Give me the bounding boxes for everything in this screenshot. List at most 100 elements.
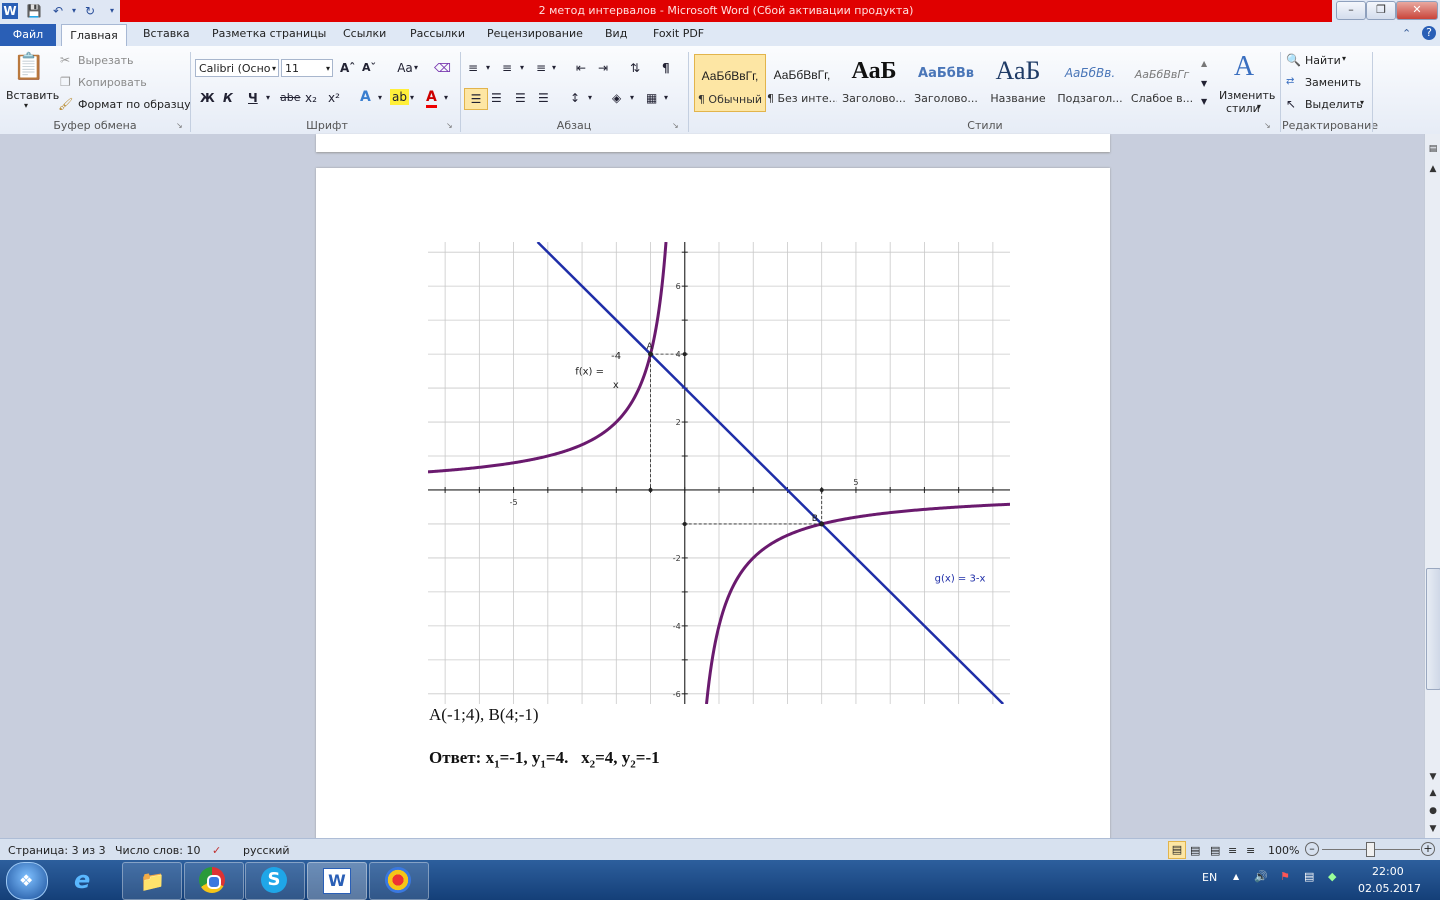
find-button[interactable]: Найти	[1305, 54, 1341, 67]
next-page-icon[interactable]: ▼	[1426, 822, 1440, 836]
replace-button[interactable]: Заменить	[1305, 76, 1361, 89]
input-language[interactable]: EN	[1202, 871, 1217, 884]
tab-file[interactable]: Файл	[0, 24, 56, 46]
styles-scroll-up-icon[interactable]: ▲	[1201, 56, 1207, 72]
ruler-toggle-icon[interactable]: ▤	[1426, 142, 1440, 156]
superscript-button[interactable]: x²	[328, 90, 340, 106]
bullets-icon[interactable]: ≡	[468, 60, 478, 76]
borders-dropdown-icon[interactable]: ▾	[664, 90, 668, 106]
volume-icon[interactable]: 🔊	[1254, 870, 1268, 883]
page-count[interactable]: Страница: 3 из 3	[8, 844, 106, 857]
italic-button[interactable]: К	[223, 90, 233, 106]
previous-page-icon[interactable]: ▲	[1426, 786, 1440, 800]
proofing-icon[interactable]: ✓	[212, 844, 221, 857]
tab-foxit-pdf[interactable]: Foxit PDF	[653, 27, 704, 40]
print-layout-icon[interactable]: ▤	[1168, 841, 1186, 859]
grow-font-icon[interactable]: Aˆ	[340, 60, 355, 76]
action-center-icon[interactable]: ⚑	[1280, 870, 1290, 883]
line-spacing-dropdown-icon[interactable]: ▾	[588, 90, 592, 106]
tab-mailings[interactable]: Рассылки	[410, 27, 465, 40]
numbering-icon[interactable]: ≡	[502, 60, 512, 76]
undo-icon[interactable]: ↶	[50, 3, 66, 19]
highlight-icon[interactable]: ab	[390, 89, 409, 105]
align-left-icon[interactable]: ☰	[464, 88, 488, 110]
text-effects-icon[interactable]: A	[360, 89, 371, 105]
tab-references[interactable]: Ссылки	[343, 27, 386, 40]
style-normal[interactable]: АаБбВвГг, ¶ Обычный	[694, 54, 766, 112]
help-icon[interactable]: ?	[1422, 26, 1436, 40]
scrollbar-thumb[interactable]	[1426, 568, 1440, 690]
change-styles-icon[interactable]: A	[1226, 50, 1262, 84]
outline-icon[interactable]: ≡	[1228, 844, 1237, 857]
bold-button[interactable]: Ж	[200, 90, 215, 106]
web-layout-icon[interactable]: ▤	[1210, 844, 1220, 857]
taskbar-word[interactable]: W	[307, 862, 367, 900]
font-launcher-icon[interactable]: ↘	[446, 121, 453, 130]
cut-button[interactable]: Вырезать	[78, 54, 133, 67]
align-center-icon[interactable]: ☰	[491, 90, 502, 106]
change-styles-button-line2[interactable]: стили	[1226, 102, 1260, 115]
start-button[interactable]: ❖	[6, 862, 48, 900]
styles-scroll-down-icon[interactable]: ▼	[1201, 76, 1207, 92]
tab-page-layout[interactable]: Разметка страницы	[212, 27, 326, 40]
scroll-down-icon[interactable]: ▼	[1426, 770, 1440, 784]
borders-icon[interactable]: ▦	[646, 90, 657, 106]
format-painter-button[interactable]: Формат по образцу	[78, 98, 191, 111]
paste-dropdown-icon[interactable]: ▾	[24, 101, 28, 110]
save-icon[interactable]: 💾	[26, 3, 42, 19]
font-size-combo[interactable]: 11 ▾	[281, 59, 333, 77]
find-dropdown-icon[interactable]: ▾	[1342, 54, 1346, 63]
copy-button[interactable]: Копировать	[78, 76, 147, 89]
text-effects-dropdown-icon[interactable]: ▾	[378, 90, 382, 106]
shading-dropdown-icon[interactable]: ▾	[630, 90, 634, 106]
paste-button[interactable]: Вставить	[6, 89, 59, 102]
zoom-in-icon[interactable]: +	[1421, 842, 1435, 856]
zoom-out-icon[interactable]: –	[1305, 842, 1319, 856]
minimize-button[interactable]: –	[1336, 1, 1366, 20]
tab-insert[interactable]: Вставка	[143, 27, 190, 40]
font-name-dropdown-icon[interactable]: ▾	[272, 60, 276, 78]
strikethrough-button[interactable]: abe	[280, 90, 301, 106]
style-subtitle[interactable]: АаБбВв. Подзагол...	[1055, 54, 1125, 110]
close-button[interactable]: ✕	[1396, 1, 1438, 20]
document-area[interactable]: f(x) = -4 x g(x) = 3-x A B -5 5 6 4 2 -2…	[0, 134, 1424, 848]
draft-icon[interactable]: ≡	[1246, 844, 1255, 857]
font-color-icon[interactable]: A	[426, 89, 437, 108]
internet-explorer-icon[interactable]: e	[74, 866, 90, 894]
select-dropdown-icon[interactable]: ▾	[1360, 98, 1364, 107]
font-size-dropdown-icon[interactable]: ▾	[326, 60, 330, 78]
clock-date[interactable]: 02.05.2017	[1358, 882, 1421, 895]
language-indicator[interactable]: русский	[243, 844, 290, 857]
multilevel-list-dropdown-icon[interactable]: ▾	[552, 60, 556, 76]
style-heading-2[interactable]: АаБбВв Заголово...	[911, 54, 981, 110]
change-styles-button[interactable]: Изменить	[1219, 89, 1275, 102]
tab-home[interactable]: Главная	[61, 24, 127, 47]
style-title[interactable]: АаБ Название	[983, 54, 1053, 110]
clipboard-launcher-icon[interactable]: ↘	[176, 121, 183, 130]
vertical-scrollbar[interactable]: ▤ ▲ ▼ ▲ ● ▼	[1424, 134, 1440, 838]
scroll-up-icon[interactable]: ▲	[1426, 162, 1440, 176]
align-right-icon[interactable]: ☰	[515, 90, 526, 106]
line-spacing-icon[interactable]: ↕	[570, 90, 580, 106]
tab-view[interactable]: Вид	[605, 27, 627, 40]
font-color-dropdown-icon[interactable]: ▾	[444, 90, 448, 106]
underline-dropdown-icon[interactable]: ▾	[266, 90, 270, 106]
tray-app-icon[interactable]: ◆	[1328, 870, 1336, 883]
full-screen-reading-icon[interactable]: ▤	[1190, 844, 1200, 857]
clear-formatting-icon[interactable]: ⌫	[434, 60, 451, 76]
style-heading-1[interactable]: АаБ Заголово...	[839, 54, 909, 110]
clock-time[interactable]: 22:00	[1372, 865, 1404, 878]
word-app-icon[interactable]: W	[2, 3, 18, 19]
undo-dropdown-icon[interactable]: ▾	[66, 3, 82, 19]
font-name-combo[interactable]: Calibri (Осно ▾	[195, 59, 279, 77]
shading-icon[interactable]: ◈	[612, 90, 621, 106]
document-page[interactable]: f(x) = -4 x g(x) = 3-x A B -5 5 6 4 2 -2…	[316, 168, 1110, 848]
multilevel-list-icon[interactable]: ≡	[536, 60, 546, 76]
style-no-spacing[interactable]: АаБбВвГг, ¶ Без инте...	[767, 54, 837, 110]
bullets-dropdown-icon[interactable]: ▾	[486, 60, 490, 76]
browse-object-icon[interactable]: ●	[1426, 804, 1440, 818]
change-styles-dropdown-icon[interactable]: ▾	[1257, 102, 1261, 111]
zoom-slider-thumb[interactable]	[1366, 842, 1375, 857]
sort-icon[interactable]: ⇅	[630, 60, 640, 76]
select-button[interactable]: Выделить	[1305, 98, 1363, 111]
